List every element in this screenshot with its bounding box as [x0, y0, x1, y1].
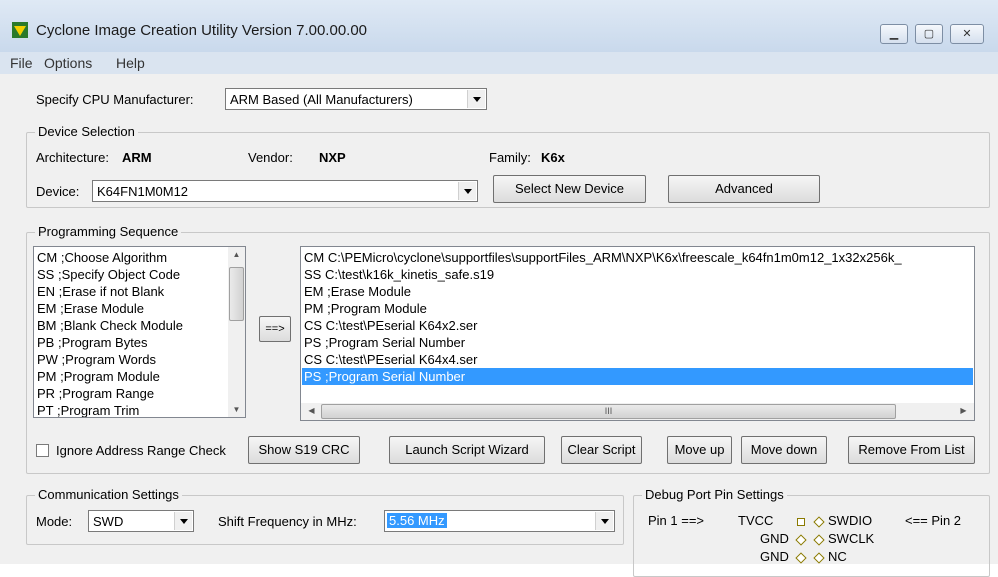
move-down-button[interactable]: Move down — [741, 436, 827, 464]
close-button[interactable]: ✕ — [950, 24, 984, 44]
script-item[interactable]: EM ;Erase Module — [304, 283, 411, 300]
add-command-button[interactable]: ==> — [259, 316, 291, 342]
ignore-range-label: Ignore Address Range Check — [56, 443, 226, 458]
mode-select[interactable]: SWD — [88, 510, 194, 532]
command-item-bm[interactable]: BM ;Blank Check Module — [37, 317, 183, 334]
advanced-button[interactable]: Advanced — [668, 175, 820, 203]
chevron-down-icon — [458, 182, 476, 200]
script-item[interactable]: SS C:\test\k16k_kinetis_safe.s19 — [304, 266, 494, 283]
show-crc-button[interactable]: Show S19 CRC — [248, 436, 360, 464]
window-title: Cyclone Image Creation Utility Version 7… — [36, 22, 368, 39]
pin-square-icon — [797, 518, 805, 526]
shift-frequency-value: 5.56 MHz — [387, 513, 447, 528]
pin-left-gnd: GND — [760, 549, 789, 564]
move-up-button[interactable]: Move up — [667, 436, 732, 464]
pin-left-gnd: GND — [760, 531, 789, 546]
chevron-down-icon — [595, 512, 613, 530]
device-selection-title: Device Selection — [35, 124, 138, 139]
mode-value: SWD — [93, 514, 124, 529]
command-item-pw[interactable]: PW ;Program Words — [37, 351, 156, 368]
programming-sequence-title: Programming Sequence — [35, 224, 182, 239]
architecture-label: Architecture: — [36, 150, 109, 165]
dialog-body: Specify CPU Manufacturer: ARM Based (All… — [0, 74, 998, 577]
scroll-thumb[interactable]: III — [321, 404, 896, 419]
command-item-pr[interactable]: PR ;Program Range — [37, 385, 154, 402]
device-select[interactable]: K64FN1M0M12 — [92, 180, 478, 202]
clear-script-button[interactable]: Clear Script — [561, 436, 642, 464]
script-list-hscrollbar[interactable]: ◀ III ▶ — [301, 403, 974, 420]
chevron-down-icon — [467, 90, 485, 108]
command-item-en[interactable]: EN ;Erase if not Blank — [37, 283, 164, 300]
script-item[interactable]: CS C:\test\PEserial K64x4.ser — [304, 351, 477, 368]
scroll-thumb[interactable] — [229, 267, 244, 321]
family-value: K6x — [541, 150, 565, 165]
pin-right-swclk: SWCLK — [828, 531, 875, 546]
minimize-button[interactable]: ▁ — [880, 24, 908, 44]
ignore-range-checkbox[interactable] — [36, 444, 49, 457]
command-item-em[interactable]: EM ;Erase Module — [37, 300, 144, 317]
script-item[interactable]: PS ;Program Serial Number — [304, 334, 465, 351]
communication-settings-title: Communication Settings — [35, 487, 182, 502]
architecture-value: ARM — [122, 150, 152, 165]
pin1-label: Pin 1 ==> — [648, 513, 705, 528]
select-new-device-button[interactable]: Select New Device — [493, 175, 646, 203]
cpu-manufacturer-value: ARM Based (All Manufacturers) — [230, 92, 413, 107]
command-item-pb[interactable]: PB ;Program Bytes — [37, 334, 148, 351]
scroll-thumb-grip: III — [604, 406, 613, 416]
device-label: Device: — [36, 184, 80, 199]
scroll-up-icon[interactable]: ▲ — [228, 250, 245, 259]
vendor-label: Vendor: — [248, 150, 293, 165]
title-bar: Cyclone Image Creation Utility Version 7… — [0, 0, 998, 53]
shift-frequency-select[interactable]: 5.56 MHz — [384, 510, 615, 532]
scroll-left-icon[interactable]: ◀ — [303, 406, 320, 415]
pin2-label: <== Pin 2 — [905, 513, 962, 528]
script-item-selected[interactable]: PS ;Program Serial Number — [302, 368, 973, 385]
shift-frequency-label: Shift Frequency in MHz: — [218, 514, 357, 529]
pin-right-swdio: SWDIO — [828, 513, 873, 528]
debug-port-title: Debug Port Pin Settings — [642, 487, 787, 502]
remove-from-list-button[interactable]: Remove From List — [848, 436, 975, 464]
family-label: Family: — [489, 150, 531, 165]
script-item[interactable]: PM ;Program Module — [304, 300, 427, 317]
cpu-manufacturer-select[interactable]: ARM Based (All Manufacturers) — [225, 88, 487, 110]
command-list-scrollbar[interactable]: ▲ ▼ — [228, 247, 245, 417]
pin-left-tvcc: TVCC — [738, 513, 774, 528]
app-icon — [12, 22, 28, 38]
scroll-right-icon[interactable]: ▶ — [955, 406, 972, 415]
command-item-pt[interactable]: PT ;Program Trim — [37, 402, 139, 417]
command-item-pm[interactable]: PM ;Program Module — [37, 368, 160, 385]
device-value: K64FN1M0M12 — [97, 184, 189, 199]
scroll-down-icon[interactable]: ▼ — [228, 405, 245, 414]
menu-help[interactable]: Help — [116, 55, 145, 71]
menu-bar: File Options Help — [0, 52, 998, 74]
launch-wizard-button[interactable]: Launch Script Wizard — [389, 436, 545, 464]
pin-right-nc: NC — [828, 549, 847, 564]
command-item-ss[interactable]: SS ;Specify Object Code — [37, 266, 180, 283]
menu-options[interactable]: Options — [44, 55, 92, 71]
command-list[interactable]: CM ;Choose Algorithm SS ;Specify Object … — [33, 246, 246, 418]
maximize-button[interactable]: ▢ — [915, 24, 943, 44]
menu-file[interactable]: File — [10, 55, 33, 71]
mode-label: Mode: — [36, 514, 73, 529]
cpu-manufacturer-label: Specify CPU Manufacturer: — [36, 92, 194, 107]
script-item[interactable]: CS C:\test\PEserial K64x2.ser — [304, 317, 477, 334]
chevron-down-icon — [174, 512, 192, 530]
debug-port-group: Debug Port Pin Settings — [633, 487, 990, 577]
command-item-cm[interactable]: CM ;Choose Algorithm — [37, 249, 167, 266]
script-list[interactable]: CM C:\PEMicro\cyclone\supportfiles\suppo… — [300, 246, 975, 421]
main-window: Cyclone Image Creation Utility Version 7… — [0, 0, 998, 577]
vendor-value: NXP — [319, 150, 346, 165]
script-item[interactable]: CM C:\PEMicro\cyclone\supportfiles\suppo… — [304, 249, 902, 266]
